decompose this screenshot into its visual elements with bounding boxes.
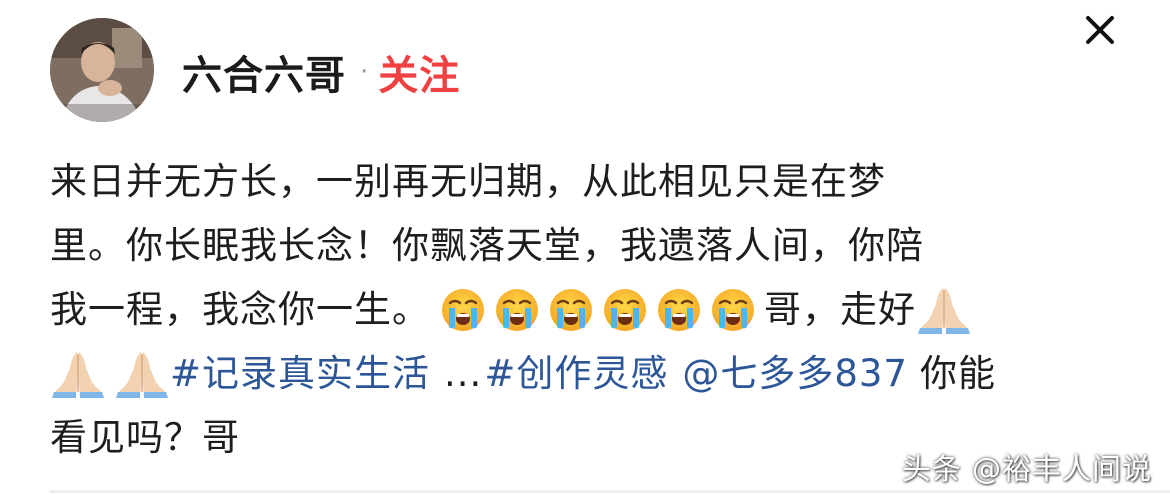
avatar-photo bbox=[50, 18, 154, 122]
post-text: 你能 bbox=[919, 352, 996, 395]
separator-dot: · bbox=[360, 57, 369, 87]
close-icon bbox=[1086, 16, 1114, 44]
crying-face-emoji-icon bbox=[548, 287, 594, 333]
post-line: 来日并无方长，一别再无归期，从此相见只是在梦 bbox=[50, 150, 1120, 214]
mention-link[interactable]: @七多多837 bbox=[682, 342, 908, 406]
avatar[interactable] bbox=[50, 18, 154, 122]
post-header: 六合六哥 · 关注 bbox=[182, 44, 460, 100]
post-line: 我一程，我念你一生。 哥，走好 bbox=[50, 278, 1120, 342]
praying-hands-emoji-icon bbox=[916, 284, 972, 336]
ellipsis: ... bbox=[444, 352, 483, 395]
praying-hands-emoji-icon bbox=[50, 348, 106, 400]
post-text: 里。你长眠我长念！你飘落天堂，我遗落人间，你陪 bbox=[50, 224, 924, 267]
hashtag-link[interactable]: #创作灵感 bbox=[484, 342, 668, 406]
post-text: 哥，走好 bbox=[764, 288, 916, 331]
crying-face-emoji-icon bbox=[440, 287, 486, 333]
post-line: #记录真实生活 ... #创作灵感 @七多多837 你能 bbox=[50, 342, 1120, 406]
crying-face-emoji-icon bbox=[656, 287, 702, 333]
crying-face-emoji-icon bbox=[494, 287, 540, 333]
hashtag-link[interactable]: #记录真实生活 bbox=[170, 342, 430, 406]
post-body: 来日并无方长，一别再无归期，从此相见只是在梦 里。你长眠我长念！你飘落天堂，我遗… bbox=[50, 150, 1120, 470]
crying-face-emoji-icon bbox=[710, 287, 756, 333]
close-button[interactable] bbox=[1080, 10, 1120, 50]
post-text: 来日并无方长，一别再无归期，从此相见只是在梦 bbox=[50, 160, 886, 203]
username[interactable]: 六合六哥 bbox=[182, 43, 346, 101]
post-text: 看见吗？哥 bbox=[50, 416, 240, 459]
crying-face-emoji-icon bbox=[602, 287, 648, 333]
praying-hands-emoji-icon bbox=[114, 348, 170, 400]
divider bbox=[50, 490, 1170, 493]
watermark: 头条 @裕丰人间说 bbox=[901, 452, 1152, 486]
follow-button[interactable]: 关注 bbox=[378, 43, 460, 101]
post-line: 里。你长眠我长念！你飘落天堂，我遗落人间，你陪 bbox=[50, 214, 1120, 278]
post-text: 我一程，我念你一生。 bbox=[50, 288, 430, 331]
